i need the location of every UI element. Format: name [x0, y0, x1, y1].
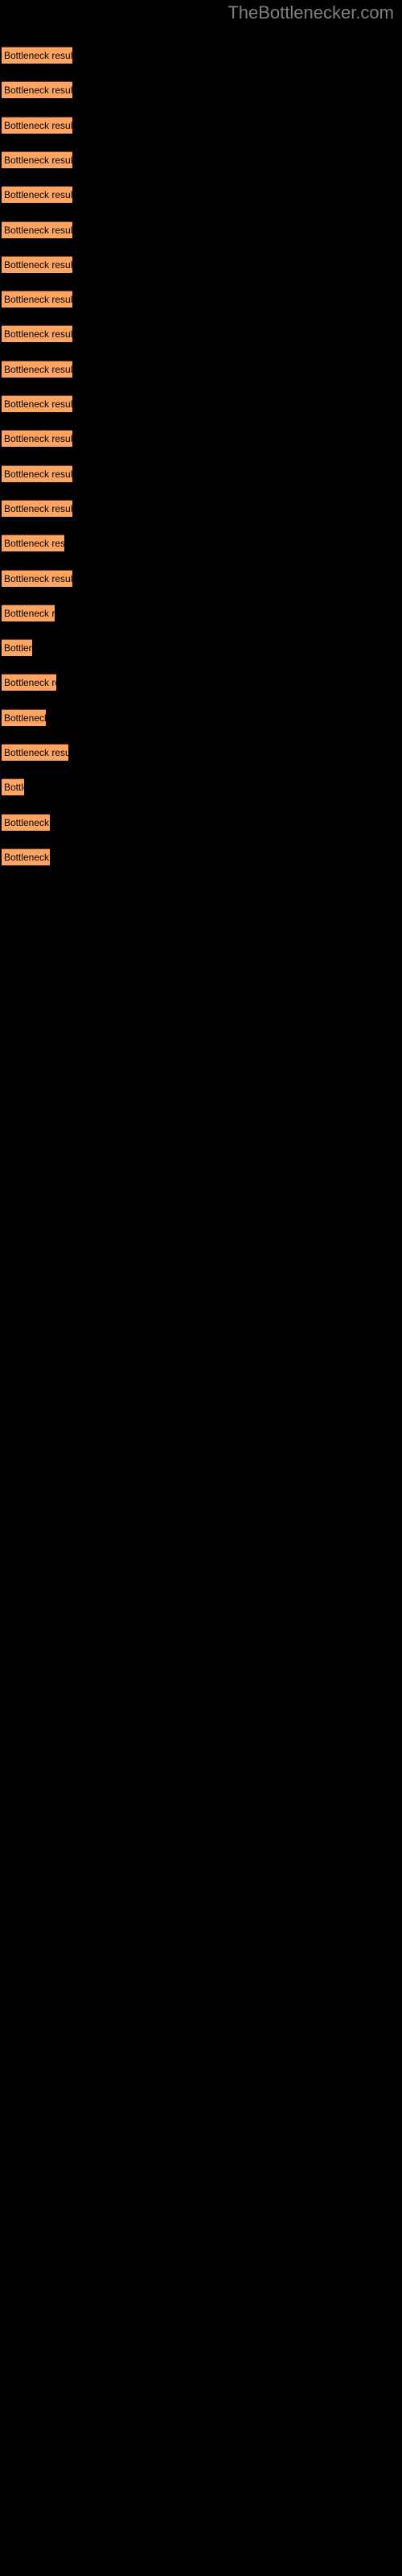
bar-item[interactable]: Bottleneck result: [2, 47, 72, 64]
page-root: TheBottlenecker.com Bottleneck result Bot…: [0, 0, 402, 2576]
bar-label: Bottleneck result: [4, 782, 24, 794]
bar-item[interactable]: Bottleneck result: [2, 708, 46, 726]
bar-item[interactable]: Bottleneck result: [2, 325, 72, 343]
bar-label: Bottleneck result: [4, 677, 56, 689]
bar-item[interactable]: Bottleneck result: [2, 848, 50, 865]
bar-label: Bottleneck result: [4, 642, 32, 654]
bar-label: Bottleneck result: [4, 468, 72, 480]
bar-label: Bottleneck result: [4, 433, 72, 445]
bar-item[interactable]: Bottleneck result: [2, 116, 72, 134]
bar-label: Bottleneck result: [4, 538, 64, 550]
bar-item[interactable]: Bottleneck result: [2, 744, 68, 761]
bar-label: Bottleneck result: [4, 258, 72, 270]
bar-label: Bottleneck result: [4, 572, 72, 584]
bar-item[interactable]: Bottleneck result: [2, 674, 56, 691]
bar-label: Bottleneck result: [4, 189, 72, 201]
bar-label: Bottleneck result: [4, 50, 72, 61]
bar-label: Bottleneck result: [4, 747, 68, 758]
bar-label: Bottleneck result: [4, 154, 72, 166]
bar-item[interactable]: Bottleneck result: [2, 464, 72, 482]
bar-label: Bottleneck result: [4, 502, 72, 514]
bar-label: Bottleneck result: [4, 363, 72, 375]
bar-label: Bottleneck result: [4, 398, 72, 410]
bar-item[interactable]: Bottleneck result: [2, 813, 50, 831]
bar-item[interactable]: Bottleneck result: [2, 360, 72, 378]
bar-label: Bottleneck result: [4, 816, 50, 828]
bar-item[interactable]: Bottleneck result: [2, 535, 64, 552]
bar-item[interactable]: Bottleneck result: [2, 778, 24, 796]
bar-item[interactable]: Bottleneck result: [2, 604, 55, 621]
bar-item[interactable]: Bottleneck result: [2, 255, 72, 273]
bar-label: Bottleneck result: [4, 607, 55, 619]
bottleneck-bar-chart: Bottleneck result Bottleneck result Bottle…: [0, 0, 402, 2576]
bar-item[interactable]: Bottleneck result: [2, 639, 32, 657]
bar-label: Bottleneck result: [4, 224, 72, 236]
bar-item[interactable]: Bottleneck result: [2, 291, 72, 308]
bar-item[interactable]: Bottleneck result: [2, 186, 72, 204]
bar-label: Bottleneck result: [4, 85, 72, 97]
bar-item[interactable]: Bottleneck result: [2, 569, 72, 587]
bar-item[interactable]: Bottleneck result: [2, 151, 72, 168]
bar-label: Bottleneck result: [4, 712, 46, 724]
bar-label: Bottleneck result: [4, 328, 72, 341]
bar-item[interactable]: Bottleneck result: [2, 81, 72, 99]
bar-label: Bottleneck result: [4, 851, 50, 863]
bar-item[interactable]: Bottleneck result: [2, 395, 72, 412]
bar-label: Bottleneck result: [4, 294, 72, 306]
bar-item[interactable]: Bottleneck result: [2, 430, 72, 448]
bar-item[interactable]: Bottleneck result: [2, 221, 72, 238]
bar-item[interactable]: Bottleneck result: [2, 499, 72, 517]
bar-label: Bottleneck result: [4, 119, 72, 131]
